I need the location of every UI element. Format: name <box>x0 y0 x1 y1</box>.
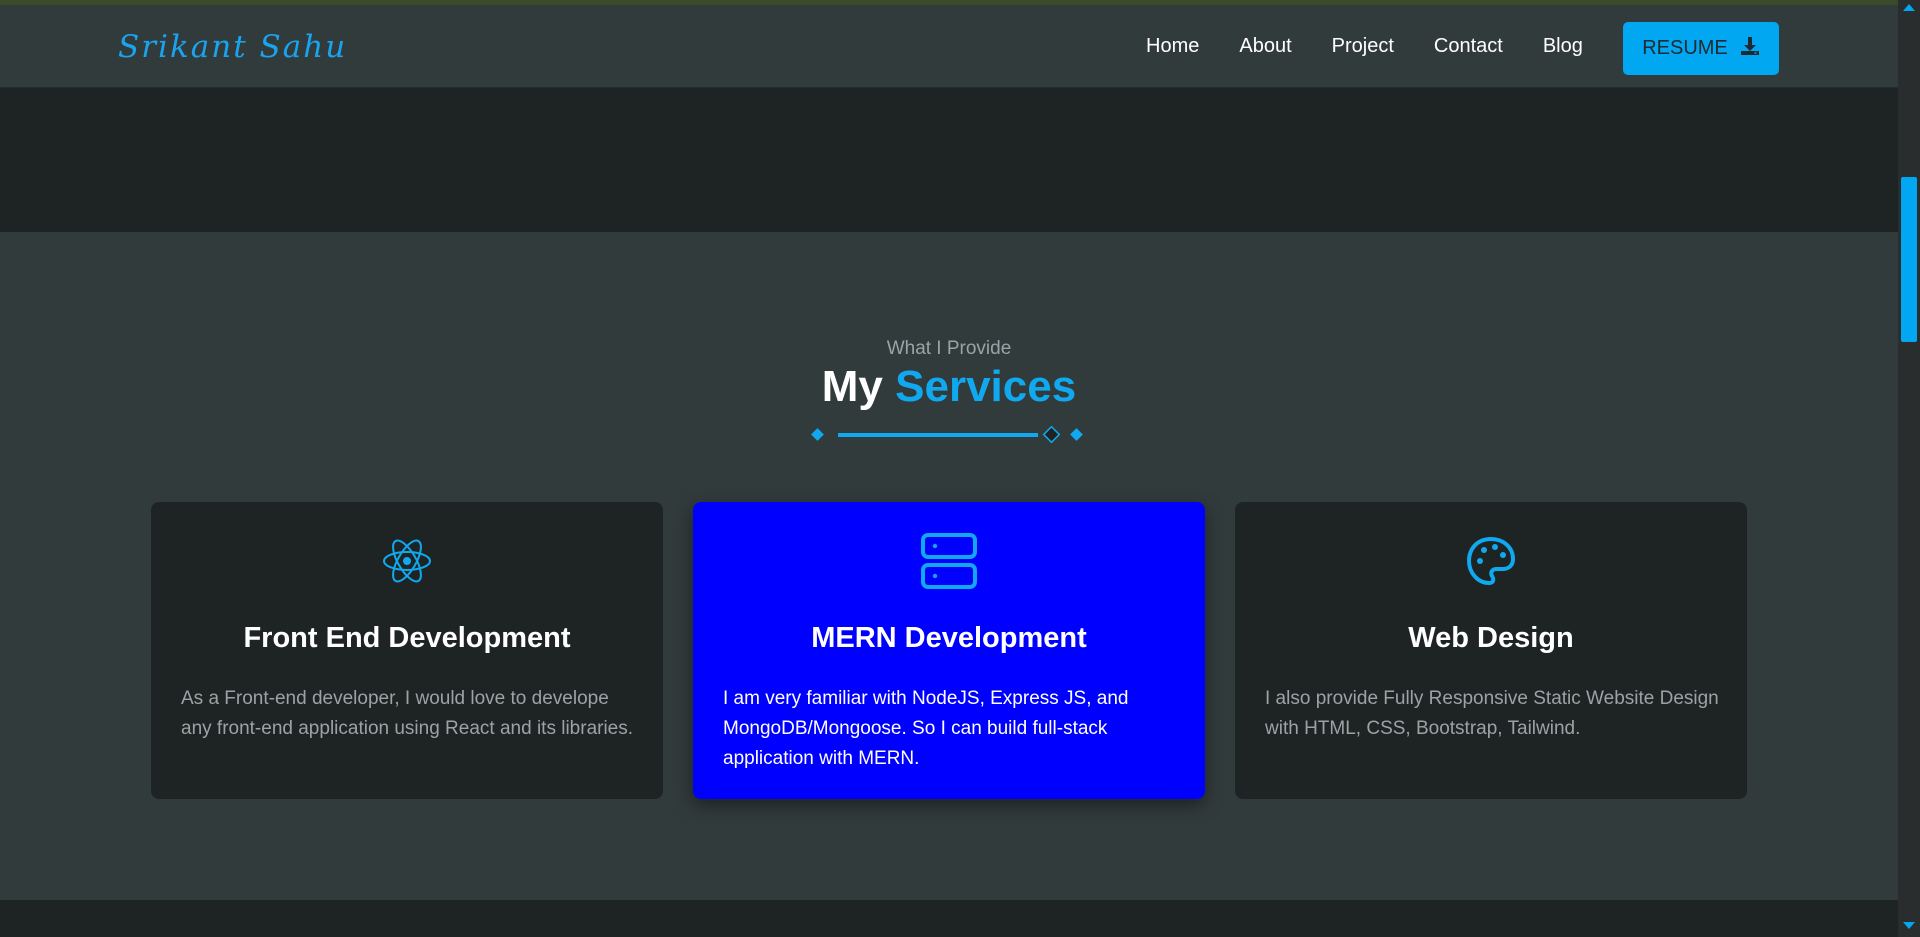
service-card-frontend[interactable]: Front End Development As a Front-end dev… <box>151 502 663 799</box>
service-card-title: Web Design <box>1408 622 1574 654</box>
page-scrollbar[interactable] <box>1898 0 1920 937</box>
resume-button-label: RESUME <box>1642 37 1728 59</box>
section-subtitle: What I Provide <box>886 338 1012 359</box>
section-divider <box>810 425 1090 445</box>
palette-icon <box>1235 532 1747 590</box>
nav-item-blog[interactable]: Blog <box>1543 35 1583 58</box>
nav-item-home[interactable]: Home <box>1146 35 1199 58</box>
services-section: What I Provide My Services Front End Dev… <box>0 232 1898 900</box>
navbar: Srikant Sahu Home About Project Contact … <box>0 5 1898 88</box>
services-cards: Front End Development As a Front-end dev… <box>151 502 1747 799</box>
section-title-accent: Services <box>895 362 1077 411</box>
section-title: My Services <box>0 362 1898 412</box>
scroll-up-arrow-icon[interactable] <box>1903 4 1915 11</box>
service-card-title: Front End Development <box>243 622 571 654</box>
nav-item-about[interactable]: About <box>1239 35 1291 58</box>
service-card-title: MERN Development <box>811 622 1087 654</box>
nav-item-contact[interactable]: Contact <box>1434 35 1503 58</box>
service-card-description: I am very familiar with NodeJS, Express … <box>723 688 1129 769</box>
scroll-down-arrow-icon[interactable] <box>1903 922 1915 929</box>
service-card-description: As a Front-end developer, I would love t… <box>181 688 634 739</box>
hero-bottom-band <box>0 88 1898 233</box>
nav-item-project[interactable]: Project <box>1332 35 1394 58</box>
service-card-webdesign[interactable]: Web Design I also provide Fully Responsi… <box>1235 502 1747 799</box>
server-icon <box>693 532 1205 590</box>
atom-icon <box>151 532 663 590</box>
site-logo[interactable]: Srikant Sahu <box>118 29 347 65</box>
resume-button[interactable]: RESUME <box>1623 22 1779 75</box>
scrollbar-thumb[interactable] <box>1901 177 1917 342</box>
nav-links: Home About Project Contact Blog <box>1146 5 1583 88</box>
service-card-description: I also provide Fully Responsive Static W… <box>1265 688 1719 739</box>
next-section-band <box>0 900 1898 937</box>
download-icon <box>1740 36 1760 62</box>
section-title-main: My <box>821 362 883 411</box>
service-card-mern[interactable]: MERN Development I am very familiar with… <box>693 502 1205 799</box>
